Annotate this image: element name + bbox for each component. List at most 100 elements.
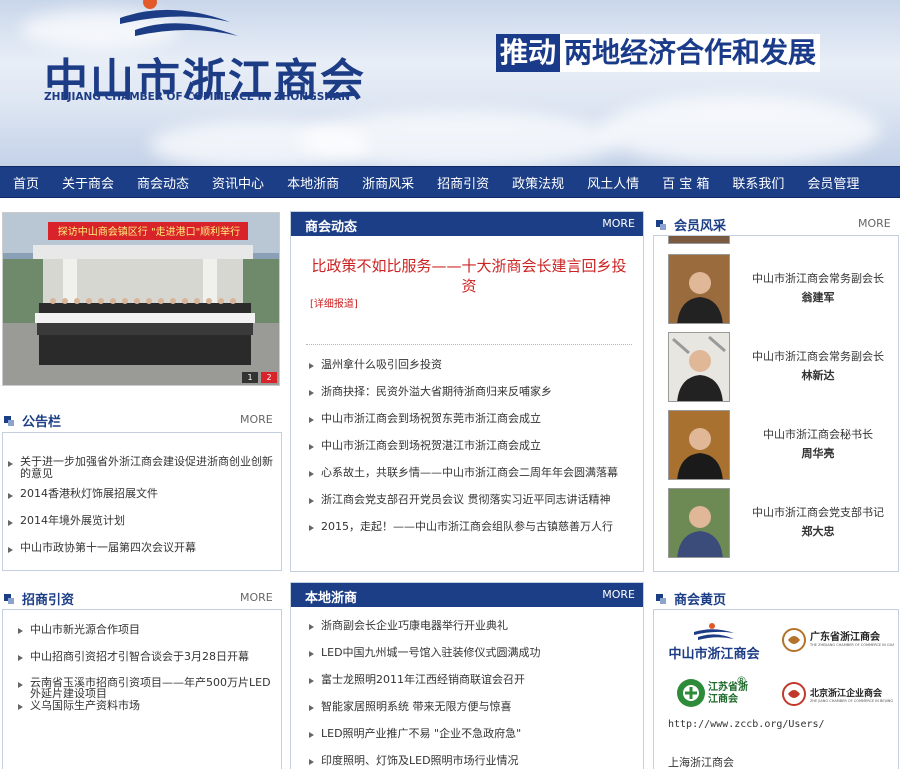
section-bullet-icon: [656, 219, 668, 230]
jiangsu-logo-icon: [677, 679, 705, 707]
member-photo[interactable]: [668, 254, 730, 324]
slider-page-2[interactable]: 2: [261, 372, 277, 383]
member-title: 中山市浙江商会常务副会长: [752, 350, 884, 363]
logo-zhongshan[interactable]: 中山市浙江商会: [668, 622, 760, 662]
member-photo-partial: [668, 236, 730, 244]
logo-beijing-text: 北京浙江企业商会: [810, 689, 883, 699]
logo-guangdong-en: THE ZHEJIANG CHAMBER OF COMMERCE IN GUAN…: [810, 643, 894, 647]
slogan-rest: 两地经济合作和发展: [560, 34, 821, 72]
logo-guangdong-text: 广东省浙江商会: [810, 632, 880, 643]
nav-item-toolbox[interactable]: 百 宝 箱: [662, 173, 709, 192]
nav-item-news[interactable]: 商会动态: [137, 173, 189, 192]
logo-zhongshan-text: 中山市浙江商会: [668, 647, 760, 662]
group-photo-image: [3, 213, 279, 385]
local-more-link[interactable]: MORE: [602, 588, 635, 601]
news-header: 商会动态 MORE: [291, 212, 643, 236]
nav-item-local[interactable]: 本地浙商: [287, 173, 339, 192]
nav-item-info[interactable]: 资讯中心: [212, 173, 264, 192]
member-photo[interactable]: [668, 488, 730, 558]
header-banner: 中山市浙江商会 ZHEJIANG CHAMBER OF COMMERCE IN …: [0, 0, 900, 166]
news-detail-link[interactable]: [详细报道]: [310, 295, 358, 310]
list-item[interactable]: 富士龙照明2011年江西经销商联谊会召开: [307, 673, 637, 686]
list-item[interactable]: 中山市政协第十一届第四次会议开幕: [6, 542, 276, 554]
list-item[interactable]: 中山市浙江商会到场祝贺东莞市浙江商会成立: [307, 412, 637, 425]
local-list: 浙商副会长企业巧康电器举行开业典礼 LED中国九州城一号馆入驻装修仪式圆满成功 …: [307, 619, 637, 767]
members-title: 会员风采: [674, 219, 727, 234]
member-name[interactable]: 郑大忠: [738, 523, 898, 539]
divider: [306, 344, 632, 345]
list-item[interactable]: 中山市新光源合作项目: [16, 623, 278, 636]
local-title: 本地浙商: [305, 591, 358, 606]
slogan: 推动 两地经济合作和发展: [496, 34, 821, 72]
section-bullet-icon: [4, 415, 16, 426]
slider-pager: 1 2: [239, 372, 277, 383]
member-title: 中山市浙江商会常务副会长: [752, 272, 884, 285]
list-item[interactable]: 温州拿什么吸引回乡投资: [307, 358, 637, 371]
logo-subtitle: ZHEJIANG CHAMBER OF COMMERCE IN ZHONGSHA…: [44, 91, 350, 103]
section-bullet-icon: [656, 593, 668, 604]
list-item[interactable]: LED照明产业推广不易 "企业不急政府急": [307, 727, 637, 740]
news-more-link[interactable]: MORE: [602, 217, 635, 230]
list-item[interactable]: 浙江商会党支部召开党员会议 贯彻落实习近平同志讲话精神: [307, 493, 637, 506]
list-item[interactable]: 关于进一步加强省外浙江商会建设促进浙商创业创新的意见: [6, 456, 276, 480]
invest-title: 招商引资: [22, 593, 75, 608]
main-nav: 首页 关于商会 商会动态 资讯中心 本地浙商 浙商风采 招商引资 政策法规 风土…: [0, 166, 900, 198]
slogan-highlight: 推动: [496, 34, 561, 72]
list-item[interactable]: 智能家居照明系统 带来无限方便与惊喜: [307, 700, 637, 713]
member-title: 中山市浙江商会秘书长: [763, 428, 873, 441]
nav-item-members[interactable]: 会员管理: [807, 173, 859, 192]
news-headline[interactable]: 比政策不如比服务——十大浙商会长建言回乡投资: [306, 256, 632, 296]
list-item[interactable]: 中山招商引资招才引智合谈会于3月28日开幕: [16, 650, 278, 663]
local-header: 本地浙商 MORE: [291, 583, 643, 607]
member-photo[interactable]: [668, 410, 730, 480]
list-item[interactable]: 中山市浙江商会到场祝贺湛江市浙江商会成立: [307, 439, 637, 452]
list-item[interactable]: 印度照明、灯饰及LED照明市场行业情况: [307, 754, 637, 767]
section-bullet-icon: [4, 593, 16, 604]
member-name[interactable]: 翁建军: [738, 289, 898, 305]
logo-emblem-icon: [120, 0, 238, 36]
members-more-link[interactable]: MORE: [858, 217, 891, 230]
member-title: 中山市浙江商会党支部书记: [752, 506, 884, 519]
logo-guangdong[interactable]: 广东省浙江商会 THE ZHEJIANG CHAMBER OF COMMERCE…: [780, 626, 896, 658]
yellow-link-text[interactable]: 上海浙江商会: [668, 754, 734, 769]
notice-list: 关于进一步加强省外浙江商会建设促进浙商创业创新的意见 2014香港秋灯饰展招展文…: [6, 456, 276, 554]
photo-caption: 探访中山商会镇区行 "走进港口"顺利举行: [57, 227, 241, 238]
yellow-header: 商会黄页: [656, 586, 896, 611]
nav-item-policy[interactable]: 政策法规: [512, 173, 564, 192]
guangdong-logo-icon: [782, 628, 806, 652]
notice-more-link[interactable]: MORE: [240, 413, 273, 426]
member-name[interactable]: 林新达: [738, 367, 898, 383]
nav-item-about[interactable]: 关于商会: [62, 173, 114, 192]
list-item[interactable]: 浙商副会长企业巧康电器举行开业典礼: [307, 619, 637, 632]
news-list: 温州拿什么吸引回乡投资 浙商抉择：民资外溢大省期待浙商归来反哺家乡 中山市浙江商…: [307, 358, 637, 533]
nav-item-culture[interactable]: 风土人情: [587, 173, 639, 192]
list-item[interactable]: 心系故土，共联乡情——中山市浙江商会二周年年会圆满落幕: [307, 466, 637, 479]
photo-slider[interactable]: 探访中山商会镇区行 "走进港口"顺利举行 1 2: [2, 212, 280, 386]
list-item[interactable]: LED中国九州城一号馆入驻装修仪式圆满成功: [307, 646, 637, 659]
member-name[interactable]: 周华亮: [738, 445, 898, 461]
notice-title: 公告栏: [22, 415, 62, 430]
registered-icon: ®: [736, 674, 747, 687]
list-item[interactable]: 云南省玉溪市招商引资项目——年产500万片LED外延片建设项目: [16, 677, 278, 699]
nav-item-invest[interactable]: 招商引资: [437, 173, 489, 192]
news-title: 商会动态: [305, 220, 358, 235]
list-item[interactable]: 浙商抉择：民资外溢大省期待浙商归来反哺家乡: [307, 385, 637, 398]
invest-list: 中山市新光源合作项目 中山招商引资招才引智合谈会于3月28日开幕 云南省玉溪市招…: [16, 623, 278, 712]
invest-more-link[interactable]: MORE: [240, 591, 273, 604]
logo-beijing[interactable]: 北京浙江企业商会 ZHE JIANG CHAMBER OF COMMERCE I…: [780, 680, 896, 712]
beijing-logo-icon: [782, 682, 806, 706]
logo-beijing-en: ZHE JIANG CHAMBER OF COMMERCE IN BEIJING: [810, 699, 894, 703]
list-item[interactable]: 义乌国际生产资料市场: [16, 699, 278, 712]
member-photo[interactable]: [668, 332, 730, 402]
list-item[interactable]: 2014香港秋灯饰展招展文件: [6, 488, 276, 500]
list-item[interactable]: 2014年境外展览计划: [6, 515, 276, 527]
nav-item-home[interactable]: 首页: [13, 173, 39, 192]
yellow-link-url[interactable]: http://www.zccb.org/Users/: [668, 719, 825, 730]
logo-jiangsu[interactable]: 江苏省浙江商会 ®: [676, 674, 752, 714]
slider-page-1[interactable]: 1: [242, 372, 258, 383]
yellow-title: 商会黄页: [674, 593, 727, 608]
zhongshan-logo-icon: [694, 623, 734, 640]
nav-item-style[interactable]: 浙商风采: [362, 173, 414, 192]
nav-item-contact[interactable]: 联系我们: [732, 173, 784, 192]
list-item[interactable]: 2015，走起！——中山市浙江商会组队参与古镇慈善万人行: [307, 520, 637, 533]
